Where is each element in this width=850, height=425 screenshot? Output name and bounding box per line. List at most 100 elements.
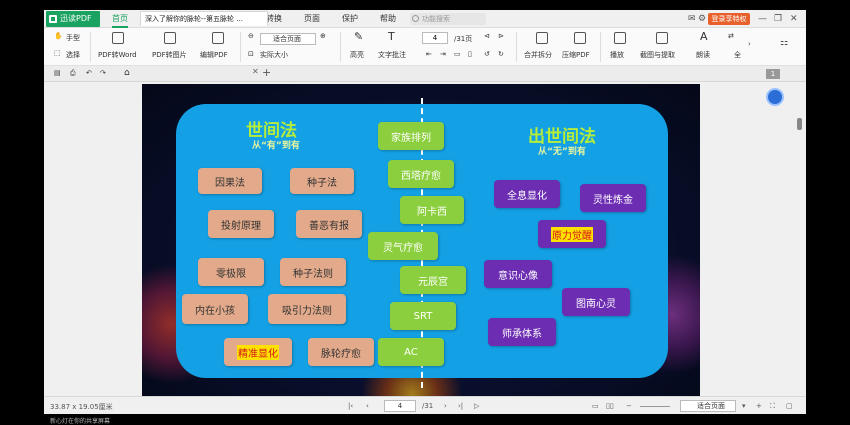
rotate-right-icon[interactable]: ↻ — [498, 50, 504, 58]
first-page-icon[interactable]: ⇤ — [426, 50, 432, 58]
method-box: 种子法 — [290, 168, 354, 194]
method-box: 阿卡西 — [400, 196, 464, 224]
method-box: 灵气疗愈 — [368, 232, 438, 260]
zoom-slider[interactable] — [640, 406, 670, 407]
next-page-icon[interactable]: ⊳ — [498, 32, 504, 40]
pdf-to-word-button[interactable]: PDF转Word — [98, 50, 137, 60]
pdf-reader-window: 迅读PDF 首页 阅读 注释 编辑 转换 页面 保护 帮助 功能搜索 ✉ ⚙ 登… — [44, 10, 806, 414]
apps-icon[interactable]: ⚏ — [780, 38, 788, 48]
redo-icon[interactable]: ↷ — [100, 69, 106, 77]
scrollbar-thumb[interactable] — [797, 118, 802, 130]
document-tab[interactable]: 深入了解你的脉轮--第五脉轮 ... — [140, 11, 268, 26]
actual-size-button[interactable]: 实际大小 — [260, 50, 288, 60]
feature-search-input[interactable]: 功能搜索 — [410, 13, 486, 25]
tab-bar: ▤ ⎙ ↶ ↷ ⌂ — [44, 66, 806, 82]
ribbon-divider — [90, 32, 91, 62]
zoom-out-icon[interactable]: − — [626, 402, 632, 410]
highlight-button[interactable]: 高亮 — [350, 50, 364, 60]
tab-close-icon[interactable]: ✕ — [252, 67, 259, 76]
read-aloud-button[interactable]: 朗读 — [696, 50, 710, 60]
highlight-icon[interactable]: ✎ — [354, 30, 363, 43]
rotate-left-icon[interactable]: ↺ — [484, 50, 490, 58]
play-button[interactable]: 播放 — [610, 50, 624, 60]
zoom-select[interactable]: 适合页面 — [260, 33, 316, 45]
status-bar: 33.87 x 19.05厘米 |‹ ‹ 4 /31 › ›| ▷ ▭ ▯▯ −… — [44, 396, 806, 414]
page-count-badge: 1 — [766, 69, 780, 79]
two-page-icon[interactable]: ▯▯ — [606, 402, 614, 410]
ribbon-more-icon[interactable]: › — [748, 40, 751, 48]
method-box: 种子法则 — [280, 258, 346, 286]
undo-icon[interactable]: ↶ — [86, 69, 92, 77]
menu-protect[interactable]: 保护 — [342, 10, 358, 28]
ribbon-divider — [240, 32, 241, 62]
read-aloud-icon[interactable]: A — [700, 30, 708, 43]
first-page-icon[interactable]: |‹ — [348, 402, 353, 410]
status-page-input[interactable]: 4 — [384, 400, 416, 412]
zoom-in-icon[interactable]: ⊕ — [320, 32, 326, 40]
open-file-icon[interactable]: ▤ — [54, 69, 61, 77]
new-tab-icon[interactable]: + — [262, 66, 271, 79]
app-logo[interactable]: 迅读PDF — [46, 11, 100, 27]
double-page-icon[interactable]: ▯ — [468, 50, 472, 58]
fullscreen-icon[interactable]: ⛶ — [770, 402, 775, 411]
play-icon[interactable]: ▷ — [474, 402, 479, 410]
maximize-icon[interactable]: ❐ — [774, 14, 782, 24]
prev-page-icon[interactable]: ⊲ — [484, 32, 490, 40]
text-note-icon[interactable]: T — [388, 30, 395, 43]
method-box: 零极限 — [198, 258, 264, 286]
last-page-icon[interactable]: ›| — [458, 402, 463, 410]
play-icon[interactable] — [614, 32, 626, 44]
merge-split-button[interactable]: 合并拆分 — [524, 50, 552, 60]
compress-button[interactable]: 压缩PDF — [562, 50, 590, 60]
menu-page[interactable]: 页面 — [304, 10, 320, 28]
edit-pdf-button[interactable]: 编辑PDF — [200, 50, 228, 60]
translate-button[interactable]: 全 — [734, 50, 741, 60]
fit-page-icon[interactable]: ▢ — [786, 402, 793, 410]
home-icon[interactable]: ⌂ — [124, 68, 130, 78]
page-number-input[interactable]: 4 — [422, 32, 448, 44]
zoom-dropdown-icon[interactable]: ▾ — [742, 402, 746, 410]
next-page-icon[interactable]: › — [444, 402, 447, 410]
single-page-icon[interactable]: ▭ — [454, 50, 461, 58]
menu-convert[interactable]: 转换 — [266, 10, 282, 28]
prev-page-icon[interactable]: ‹ — [366, 402, 369, 410]
pdf-to-image-button[interactable]: PDF转图片 — [152, 50, 187, 60]
mail-icon[interactable]: ✉ — [688, 14, 696, 24]
select-tool-icon[interactable]: ⬚ — [54, 49, 61, 57]
translate-icon[interactable]: ⇄ — [728, 32, 734, 40]
compress-icon[interactable] — [574, 32, 586, 44]
settings-icon[interactable]: ⚙ — [698, 14, 706, 24]
floating-assistant-button[interactable] — [766, 88, 784, 106]
pdf-to-word-icon[interactable] — [112, 32, 124, 44]
feature-search-placeholder: 功能搜索 — [422, 15, 450, 23]
select-tool-label[interactable]: 选择 — [66, 50, 80, 60]
menu-home[interactable]: 首页 — [112, 10, 128, 28]
zoom-out-icon[interactable]: ⊖ — [248, 32, 254, 40]
text-note-button[interactable]: 文字批注 — [378, 50, 406, 60]
actual-size-icon[interactable]: ⊡ — [248, 50, 254, 58]
minimize-icon[interactable]: — — [758, 14, 767, 24]
print-icon[interactable]: ⎙ — [70, 69, 76, 78]
edit-pdf-icon[interactable] — [212, 32, 224, 44]
merge-split-icon[interactable] — [536, 32, 548, 44]
method-box: 家族排列 — [378, 122, 444, 150]
method-box: 善恶有报 — [296, 210, 362, 238]
status-zoom-select[interactable]: 适合页面 — [680, 400, 736, 412]
screenshot-icon[interactable] — [656, 32, 668, 44]
screenshot-button[interactable]: 截图与提取 — [640, 50, 675, 60]
vip-login-button[interactable]: 登录享特权 — [708, 13, 750, 25]
last-page-icon[interactable]: ⇥ — [440, 50, 446, 58]
vertical-scrollbar[interactable] — [794, 82, 806, 396]
app-logo-label: 迅读PDF — [60, 14, 92, 23]
hand-tool-icon[interactable]: ✋ — [54, 32, 63, 40]
method-box: AC — [378, 338, 444, 366]
method-box: 内在小孩 — [182, 294, 248, 324]
close-icon[interactable]: ✕ — [790, 14, 798, 24]
zoom-in-icon[interactable]: + — [756, 402, 762, 410]
hand-tool-label[interactable]: 手型 — [66, 33, 80, 43]
method-box: 因果法 — [198, 168, 262, 194]
menu-help[interactable]: 帮助 — [380, 10, 396, 28]
fit-width-icon[interactable]: ▭ — [592, 402, 599, 410]
pdf-to-image-icon[interactable] — [164, 32, 176, 44]
status-page-total: /31 — [422, 402, 434, 410]
